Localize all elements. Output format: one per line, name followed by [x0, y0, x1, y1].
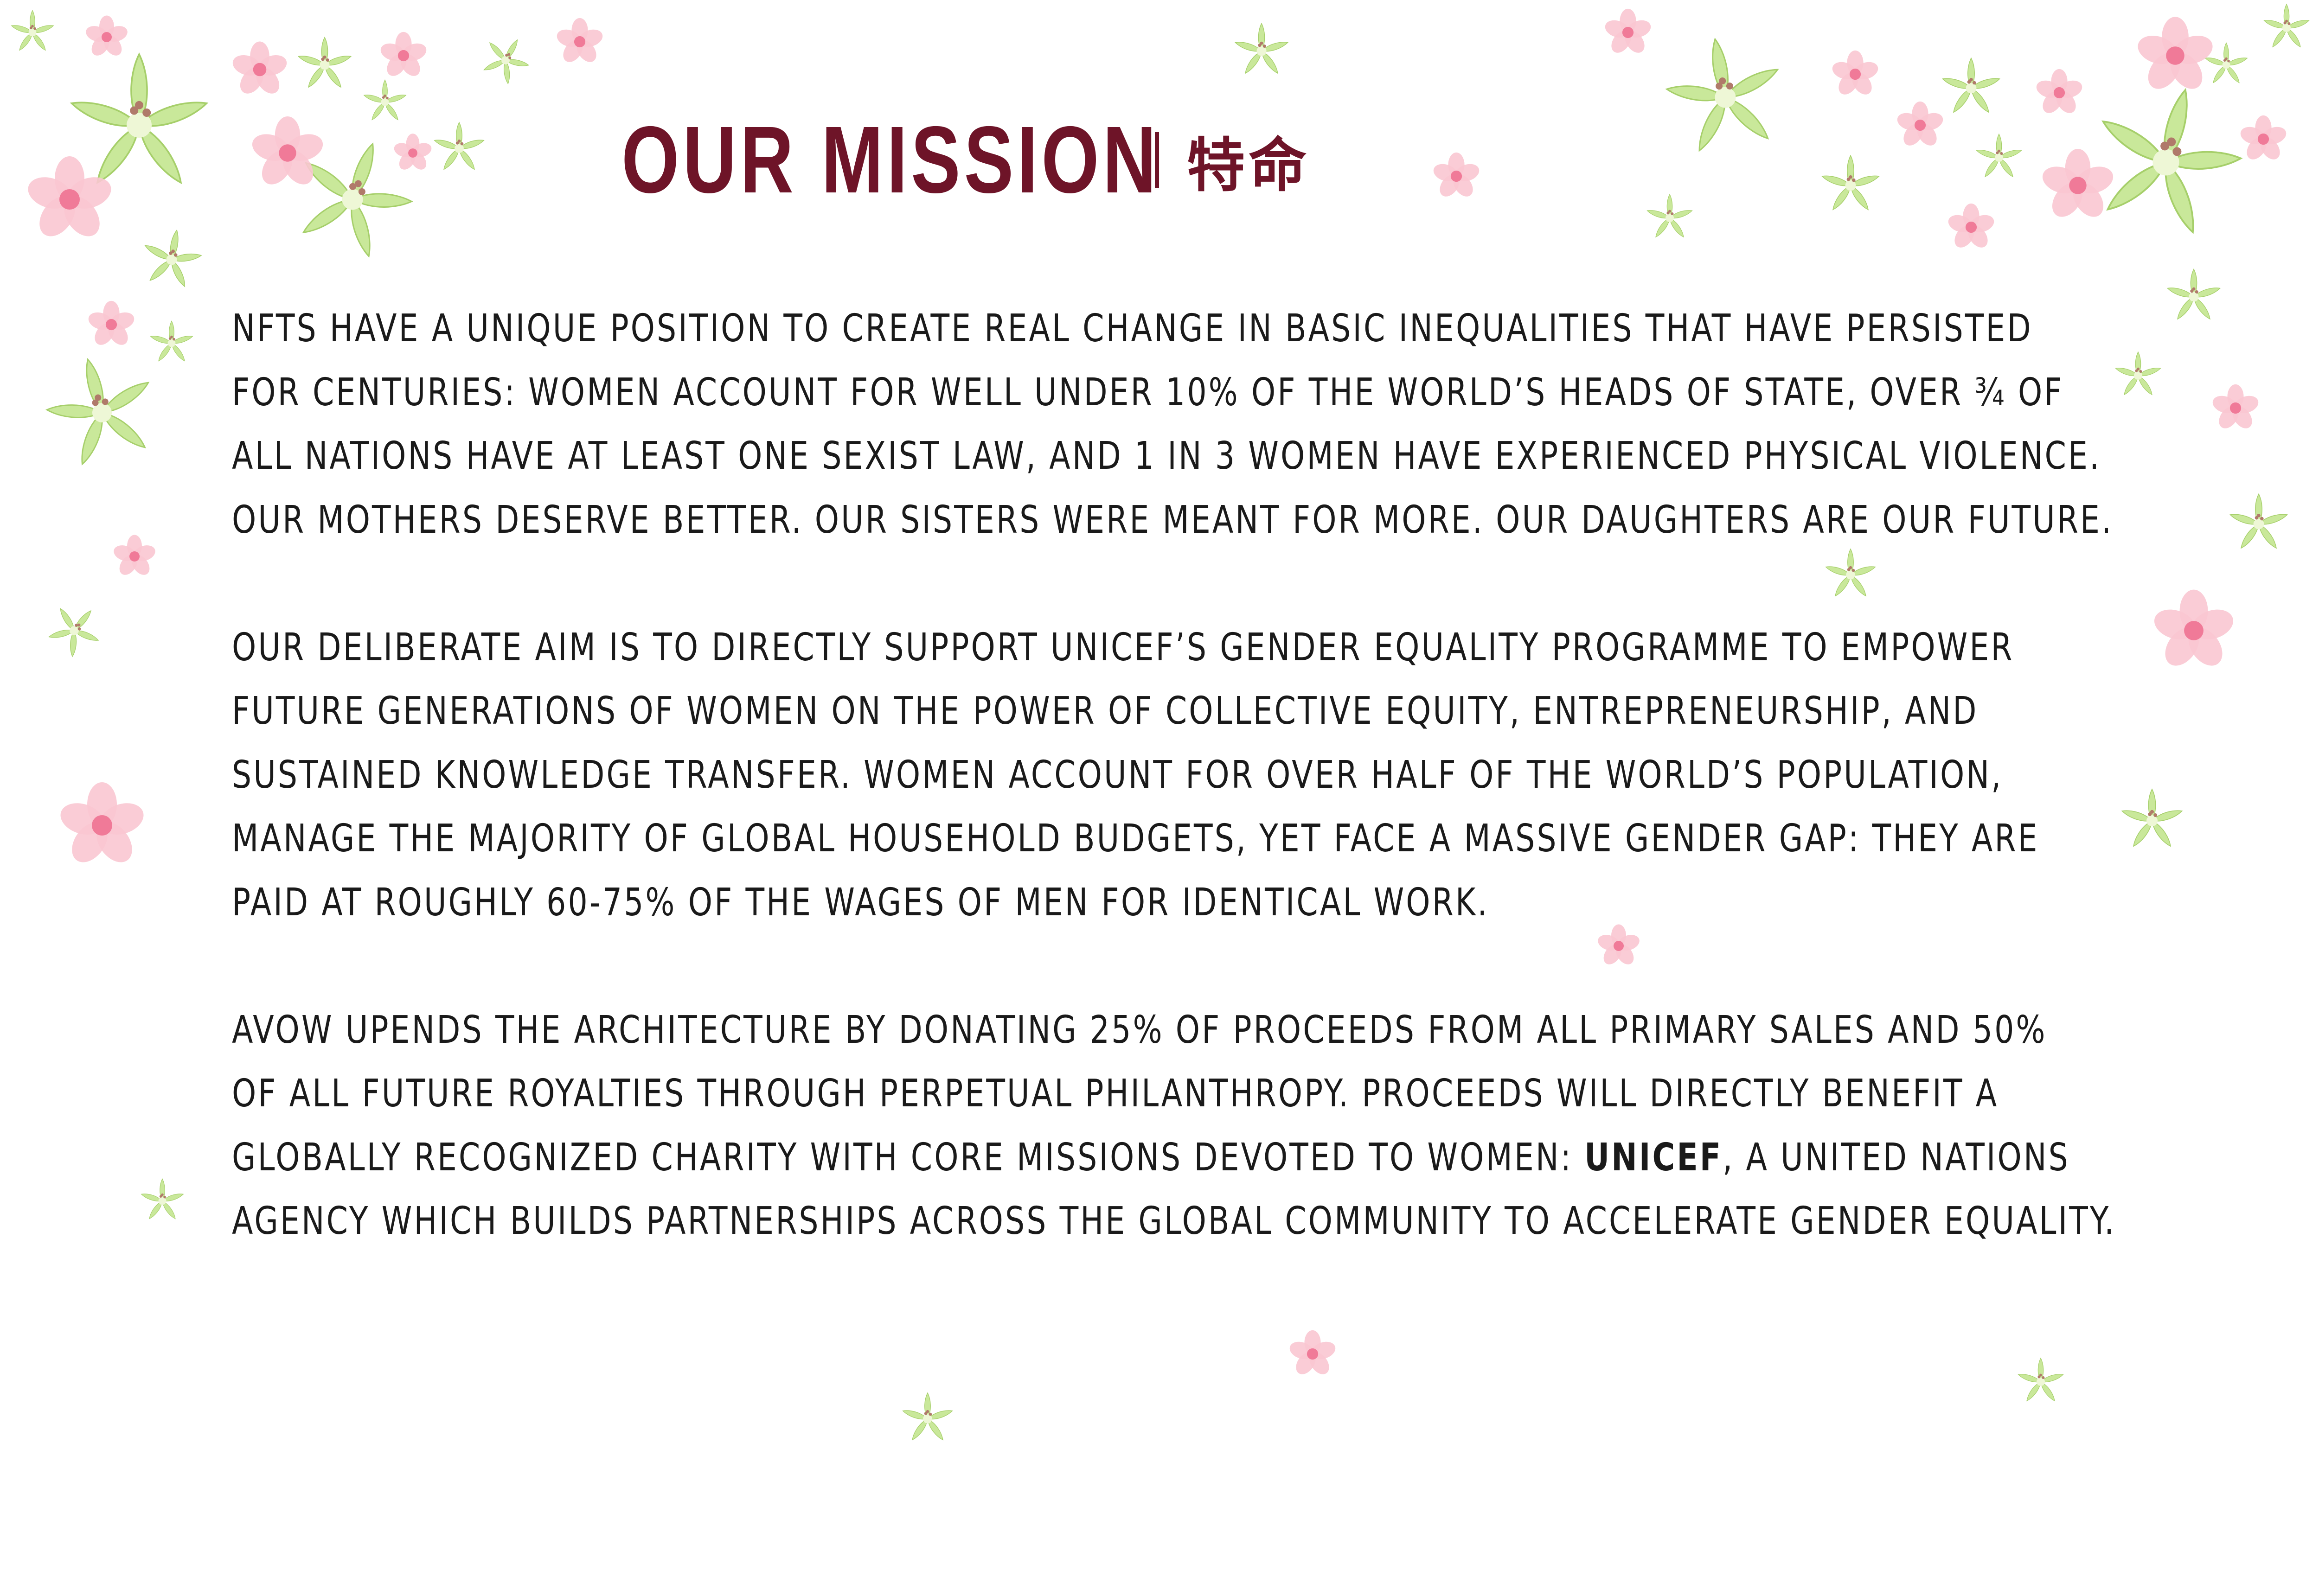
text-line: OF ALL FUTURE ROYALTIES THROUGH PERPETUA…: [232, 1072, 1999, 1116]
paragraph-1: NFTS HAVE A UNIQUE POSITION TO CREATE RE…: [232, 297, 2223, 552]
text-line: PAID AT ROUGHLY 60-75% OF THE WAGES OF M…: [232, 880, 1489, 925]
text-run: , A UNITED NATIONS: [1723, 1135, 2070, 1180]
mission-body: NFTS HAVE A UNIQUE POSITION TO CREATE RE…: [232, 297, 2226, 1317]
page-heading: OUR MISSION 特命: [621, 107, 1310, 213]
text-line: OUR DELIBERATE AIM IS TO DIRECTLY SUPPOR…: [232, 625, 2014, 670]
unicef-emphasis: UNICEF: [1584, 1135, 1723, 1180]
heading-title-chinese: 特命: [1187, 133, 1310, 198]
text-line: SUSTAINED KNOWLEDGE TRANSFER. WOMEN ACCO…: [232, 753, 2003, 797]
text-line: FUTURE GENERATIONS OF WOMEN ON THE POWER…: [232, 689, 1979, 733]
mission-page: OUR MISSION 特命 NFTS HAVE A UNIQUE POSITI…: [0, 0, 2319, 1596]
text-line: ALL NATIONS HAVE AT LEAST ONE SEXIST LAW…: [232, 434, 2101, 478]
paragraph-3: AVOW UPENDS THE ARCHITECTURE BY DONATING…: [232, 998, 2223, 1253]
text-line-mixed: GLOBALLY RECOGNIZED CHARITY WITH CORE MI…: [232, 1126, 2223, 1190]
text-line: AVOW UPENDS THE ARCHITECTURE BY DONATING…: [232, 1008, 2047, 1052]
text-line: OUR MOTHERS DESERVE BETTER. OUR SISTERS …: [232, 498, 2114, 542]
heading-title-english: OUR MISSION: [621, 107, 1160, 213]
paragraph-2: OUR DELIBERATE AIM IS TO DIRECTLY SUPPOR…: [232, 616, 2223, 935]
text-line: AGENCY WHICH BUILDS PARTNERSHIPS ACROSS …: [232, 1199, 2116, 1243]
text-line: MANAGE THE MAJORITY OF GLOBAL HOUSEHOLD …: [232, 817, 2039, 861]
text-line: NFTS HAVE A UNIQUE POSITION TO CREATE RE…: [232, 306, 2033, 351]
text-line: FOR CENTURIES: WOMEN ACCOUNT FOR WELL UN…: [232, 370, 2064, 415]
text-run: GLOBALLY RECOGNIZED CHARITY WITH CORE MI…: [232, 1135, 1585, 1180]
